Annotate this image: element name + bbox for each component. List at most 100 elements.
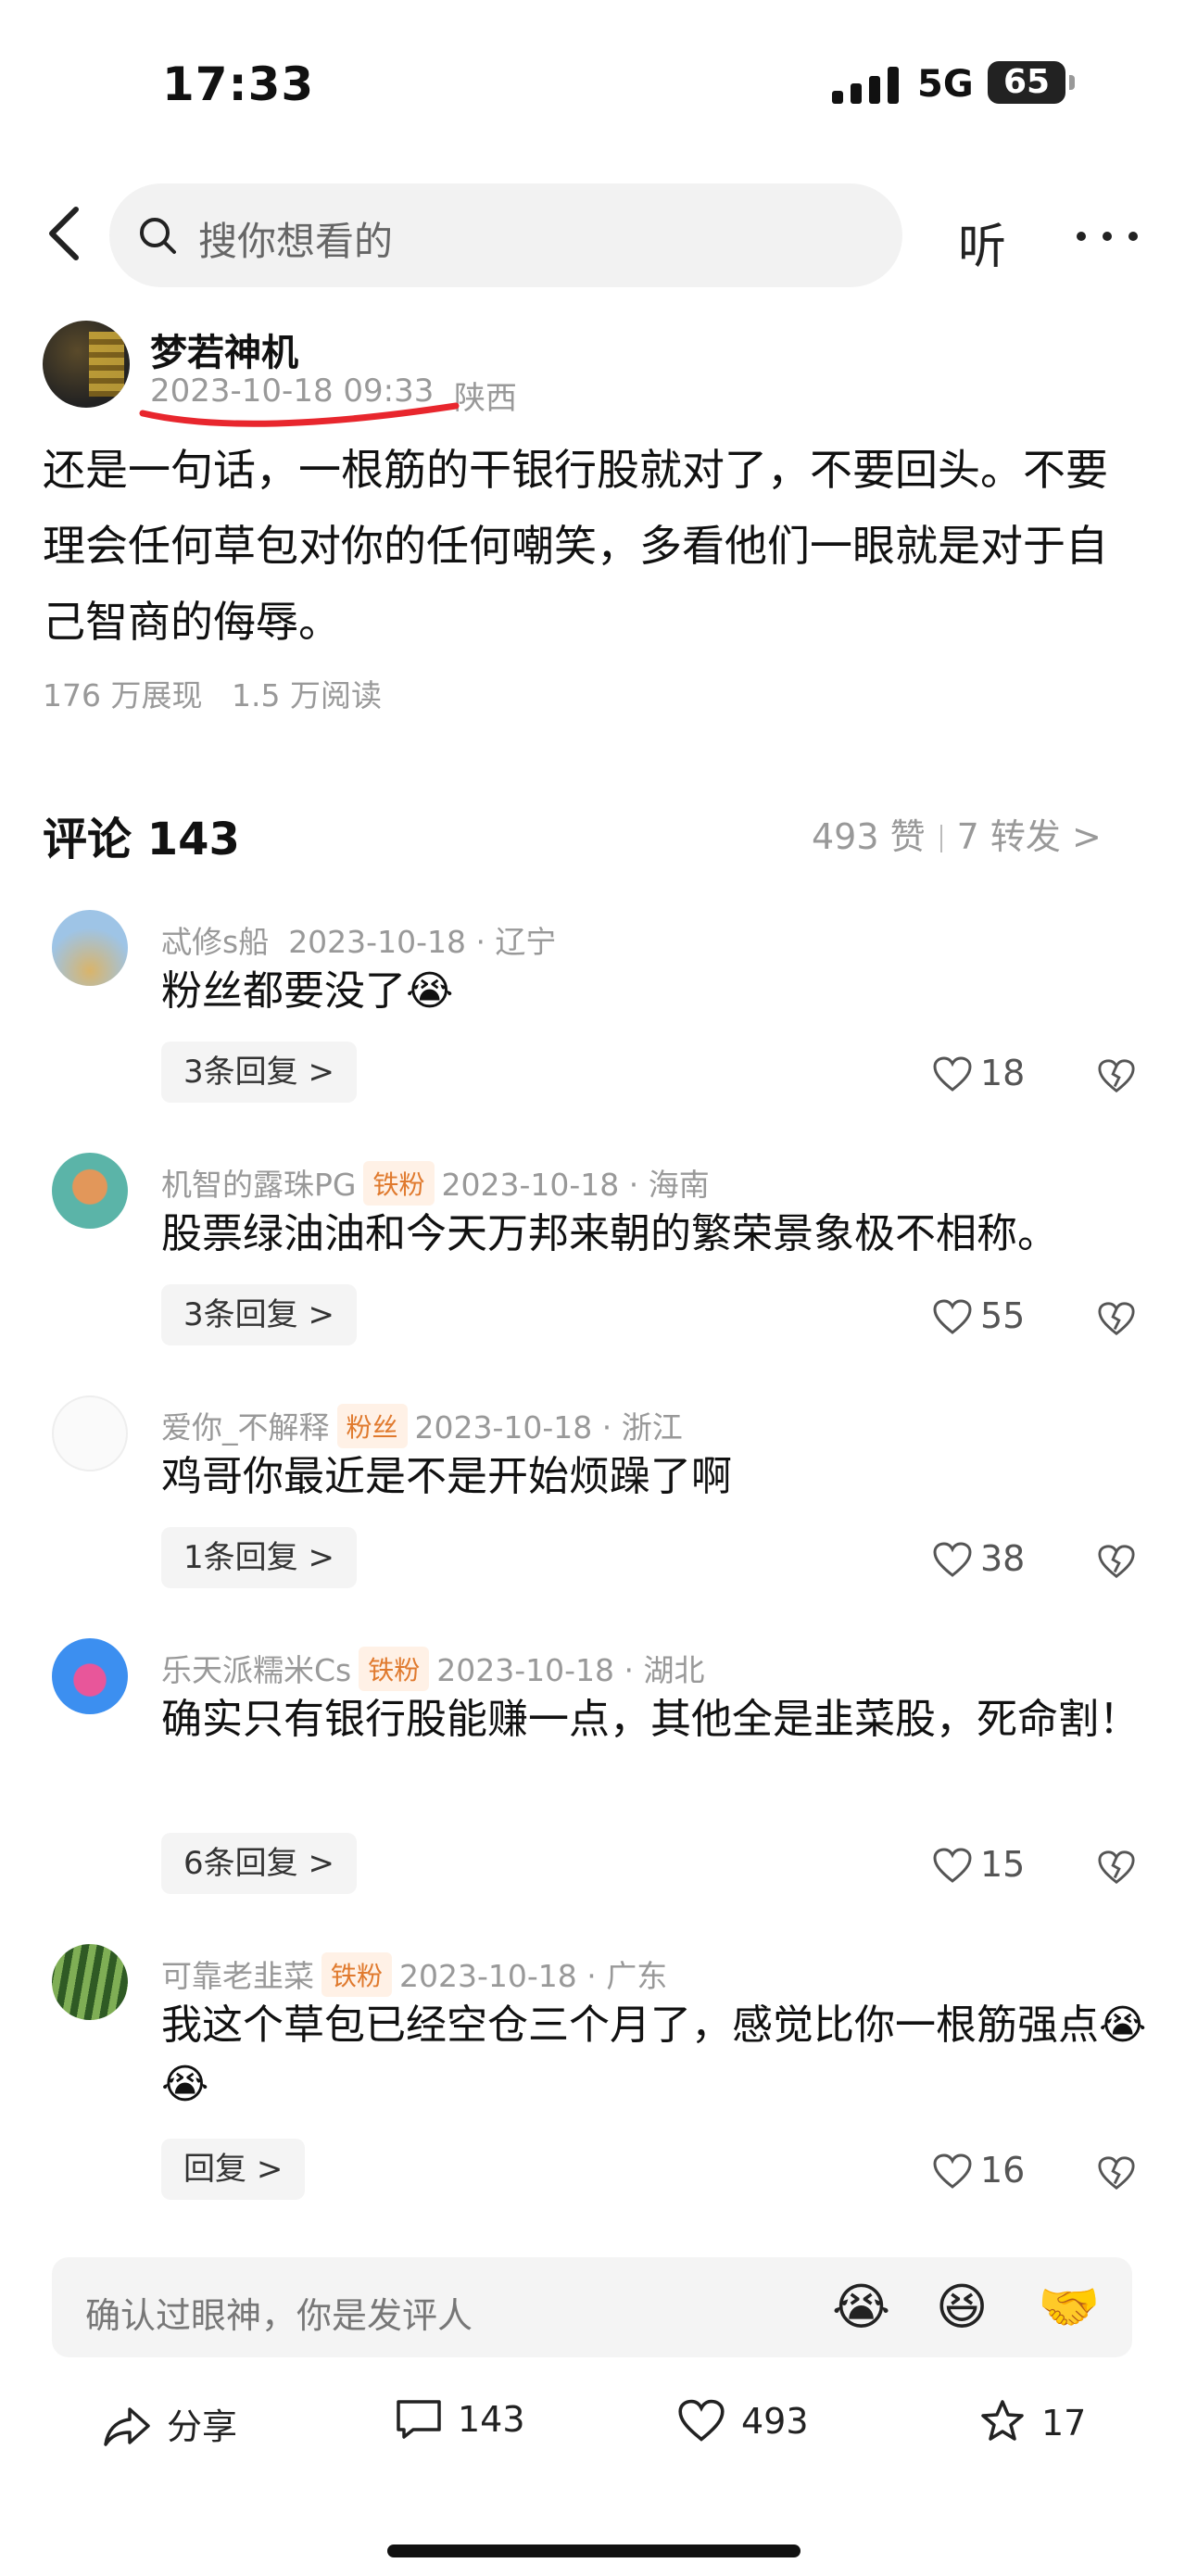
back-arrow-icon[interactable] bbox=[43, 206, 87, 261]
commenter-avatar[interactable] bbox=[52, 1395, 128, 1471]
comment-meta: 机智的露珠PG 铁粉 2023-10-18 · 海南 bbox=[161, 1160, 710, 1206]
view-replies-button[interactable]: 1条回复 > bbox=[161, 1527, 357, 1588]
commenter-name[interactable]: 忒修s船 bbox=[161, 924, 269, 960]
comment-input-placeholder: 确认过眼神，你是发评人 bbox=[85, 2295, 473, 2336]
comment-date-region: 2023-10-18 · 海南 bbox=[441, 1167, 710, 1203]
like-button[interactable]: 493 bbox=[676, 2398, 809, 2443]
status-time: 17:33 bbox=[162, 57, 315, 111]
commenter-name[interactable]: 爱你_不解释 bbox=[161, 1409, 330, 1446]
comments-button[interactable]: 143 bbox=[395, 2398, 525, 2441]
impressions: 176 万展现 bbox=[43, 677, 203, 713]
commenter-name[interactable]: 可靠老韭菜 bbox=[161, 1958, 314, 1994]
more-options-icon[interactable] bbox=[1077, 232, 1141, 243]
comment-count: 143 bbox=[458, 2399, 525, 2440]
comment-meta: 可靠老韭菜 铁粉 2023-10-18 · 广东 bbox=[161, 1951, 667, 1997]
network-type: 5G bbox=[917, 63, 974, 106]
comment-like-button[interactable]: 16 bbox=[932, 2150, 1025, 2191]
like-count: 18 bbox=[980, 1053, 1026, 1093]
post-stats: 176 万展现 1.5 万阅读 bbox=[43, 671, 382, 715]
comment-like-button[interactable]: 38 bbox=[932, 1538, 1025, 1579]
emoji-crying-laughing: 😭 bbox=[406, 967, 454, 1015]
emoji-grinning-button[interactable]: 😆 bbox=[936, 2278, 988, 2336]
share-icon bbox=[104, 2407, 150, 2446]
dislike-icon[interactable] bbox=[1097, 1848, 1136, 1887]
heart-icon bbox=[678, 2399, 725, 2442]
signal-icon bbox=[832, 67, 899, 104]
favorite-count: 17 bbox=[1041, 2403, 1087, 2443]
view-replies-button[interactable]: 6条回复 > bbox=[161, 1833, 357, 1894]
view-replies-button[interactable]: 3条回复 > bbox=[161, 1284, 357, 1345]
view-replies-button[interactable]: 3条回复 > bbox=[161, 1042, 357, 1103]
home-indicator bbox=[387, 2544, 801, 2557]
commenter-avatar[interactable] bbox=[52, 1153, 128, 1229]
red-underline-annotation bbox=[139, 402, 460, 427]
comment-date-region: 2023-10-18 · 广东 bbox=[399, 1958, 668, 1994]
reply-button[interactable]: 回复 > bbox=[161, 2139, 306, 2200]
commenter-avatar[interactable] bbox=[52, 910, 128, 986]
fan-badge: 铁粉 bbox=[359, 1647, 430, 1691]
emoji-handshake-button[interactable]: 🤝 bbox=[1038, 2278, 1100, 2337]
fan-badge: 铁粉 bbox=[363, 1161, 435, 1206]
dislike-icon[interactable] bbox=[1097, 1299, 1136, 1338]
comment-meta: 爱你_不解释 粉丝 2023-10-18 · 浙江 bbox=[161, 1403, 683, 1448]
comment-meta: 忒修s船 2023-10-18 · 辽宁 bbox=[161, 917, 556, 962]
post-region: 陕西 bbox=[454, 380, 517, 417]
comment-text: 股票绿油油和今天万邦来朝的繁荣景象极不相称。 bbox=[161, 1210, 1058, 1257]
comments-meta: 493 赞 7 转发 > bbox=[812, 808, 1102, 859]
battery-icon: 65 bbox=[988, 61, 1075, 104]
chevron-right-icon: > bbox=[308, 1296, 334, 1333]
comment-text: 我这个草包已经空仓三个月了，感觉比你一根筋强点😭😭 bbox=[161, 1996, 1171, 2115]
search-icon bbox=[140, 218, 176, 254]
heart-icon bbox=[933, 1848, 972, 1883]
comment-like-button[interactable]: 15 bbox=[932, 1844, 1025, 1885]
commenter-avatar[interactable] bbox=[52, 1638, 128, 1714]
like-count: 16 bbox=[980, 2150, 1026, 2191]
comment-meta: 乐天派糯米Cs 铁粉 2023-10-18 · 湖北 bbox=[161, 1646, 705, 1691]
chevron-right-icon: > bbox=[256, 2151, 284, 2188]
commenter-name[interactable]: 乐天派糯米Cs bbox=[161, 1652, 351, 1688]
dislike-icon[interactable] bbox=[1097, 1056, 1136, 1095]
fan-badge: 铁粉 bbox=[321, 1952, 393, 1997]
comment-text: 确实只有银行股能赚一点，其他全是韭菜股，死命割！ bbox=[161, 1696, 1140, 1743]
like-count: 15 bbox=[980, 1844, 1026, 1885]
reply-label: 3条回复 bbox=[183, 1296, 298, 1333]
like-count: 493 bbox=[741, 2401, 809, 2442]
chevron-right-icon: > bbox=[308, 1054, 334, 1091]
star-icon bbox=[981, 2400, 1024, 2441]
listen-button[interactable]: 听 bbox=[958, 208, 1006, 277]
comment-date-region: 2023-10-18 · 湖北 bbox=[436, 1652, 705, 1688]
share-label: 分享 bbox=[167, 2406, 238, 2447]
emoji-crying-laughing-button[interactable]: 😭 bbox=[832, 2278, 890, 2336]
like-count: 55 bbox=[980, 1295, 1026, 1336]
reads: 1.5 万阅读 bbox=[231, 677, 382, 713]
post-body: 还是一句话，一根筋的干银行股就对了，不要回头。不要理会任何草包对你的任何嘲笑，多… bbox=[43, 445, 1108, 647]
chevron-right-icon: > bbox=[308, 1845, 334, 1882]
comment-text: 粉丝都要没了😭 bbox=[161, 962, 1171, 1021]
author-avatar[interactable] bbox=[43, 321, 130, 408]
search-placeholder: 搜你想看的 bbox=[198, 219, 394, 264]
heart-icon bbox=[933, 1299, 972, 1334]
total-likes: 493 赞 bbox=[812, 816, 926, 857]
comment-like-button[interactable]: 18 bbox=[932, 1053, 1025, 1093]
dislike-icon[interactable] bbox=[1097, 2153, 1136, 2192]
chevron-right-icon: > bbox=[1060, 816, 1102, 857]
like-count: 38 bbox=[980, 1538, 1026, 1579]
comment-body: 我这个草包已经空仓三个月了，感觉比你一根筋强点 bbox=[161, 2001, 1099, 2049]
dislike-icon[interactable] bbox=[1097, 1542, 1136, 1581]
favorite-button[interactable]: 17 bbox=[978, 2398, 1086, 2444]
fan-badge: 粉丝 bbox=[336, 1404, 408, 1448]
comment-body: 粉丝都要没了 bbox=[161, 967, 406, 1015]
total-forwards[interactable]: 7 转发 bbox=[957, 816, 1061, 857]
comment-like-button[interactable]: 55 bbox=[932, 1295, 1025, 1336]
share-button[interactable]: 分享 bbox=[102, 2398, 237, 2449]
comments-title: 评论 143 bbox=[43, 814, 240, 865]
author-name[interactable]: 梦若神机 bbox=[150, 322, 298, 376]
commenter-name[interactable]: 机智的露珠PG bbox=[161, 1167, 356, 1203]
reply-label: 3条回复 bbox=[183, 1054, 298, 1091]
reply-label: 6条回复 bbox=[183, 1845, 298, 1882]
heart-icon bbox=[933, 1542, 972, 1577]
chevron-right-icon: > bbox=[308, 1539, 334, 1576]
heart-icon bbox=[933, 2153, 972, 2189]
heart-icon bbox=[933, 1056, 972, 1092]
commenter-avatar[interactable] bbox=[52, 1944, 128, 2020]
